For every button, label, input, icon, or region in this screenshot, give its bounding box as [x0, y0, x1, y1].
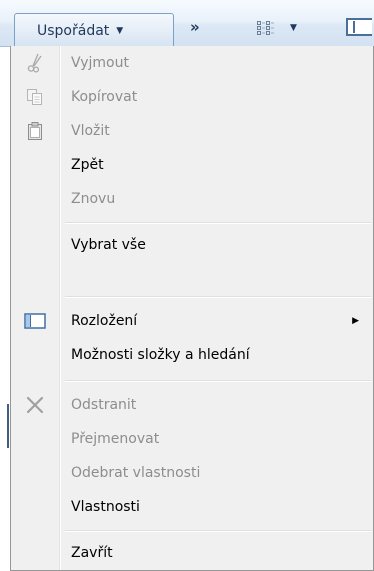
organize-label: Uspořádat: [37, 22, 110, 39]
menu-item-label: Znovu: [71, 191, 116, 207]
scissors-icon: [23, 51, 47, 75]
menu-item-label: Vybrat vše: [71, 237, 146, 253]
preview-pane-icon[interactable]: [346, 18, 372, 36]
menu-item-label: Odebrat vlastnosti: [71, 465, 201, 481]
menu-separator: [65, 380, 371, 382]
menu-item-label: Kopírovat: [71, 89, 138, 105]
menu-item-layout[interactable]: Rozložení ▶: [11, 304, 373, 338]
copy-icon: [23, 85, 47, 109]
menu-item-properties[interactable]: Vlastnosti: [11, 490, 373, 524]
menu-item-label: Možnosti složky a hledání: [71, 347, 250, 363]
menu-item-close[interactable]: Zavřít: [11, 536, 373, 570]
menu-item-folder-options[interactable]: Možnosti složky a hledání: [11, 338, 373, 372]
command-bar: Uspořádat ▼ » ▼: [0, 0, 374, 47]
menu-item-label: Zpět: [71, 157, 104, 173]
chevron-down-icon: ▼: [116, 25, 124, 36]
submenu-arrow-icon: ▶: [352, 316, 359, 326]
menu-item-label: Vlastnosti: [71, 499, 140, 515]
window-frame: [0, 47, 10, 571]
menu-item-redo[interactable]: Znovu: [11, 182, 373, 216]
more-commands-button[interactable]: »: [190, 18, 200, 36]
organize-menu: Vyjmout Kopírovat Vložit Zpět Znovu Vybr…: [10, 46, 374, 571]
menu-item-delete[interactable]: Odstranit: [11, 388, 373, 422]
menu-separator: [65, 222, 371, 224]
menu-item-select-all[interactable]: Vybrat vše: [11, 228, 373, 262]
change-view-button[interactable]: ▼: [256, 20, 297, 36]
menu-separator: [65, 296, 371, 298]
menu-item-label: Rozložení: [71, 313, 138, 329]
menu-item-label: Vyjmout: [71, 55, 129, 71]
clipboard-icon: [23, 119, 47, 143]
menu-separator: [65, 530, 371, 532]
organize-button[interactable]: Uspořádat ▼: [14, 13, 174, 47]
menu-item-remove-properties[interactable]: Odebrat vlastnosti: [11, 456, 373, 490]
menu-item-label: Odstranit: [71, 397, 137, 413]
menu-item-cut[interactable]: Vyjmout: [11, 46, 373, 80]
menu-item-label: Přejmenovat: [71, 431, 160, 447]
menu-item-label: Zavřít: [71, 545, 113, 561]
frame-mark: [7, 404, 9, 448]
menu-item-copy[interactable]: Kopírovat: [11, 80, 373, 114]
view-chevron-down-icon: ▼: [290, 23, 297, 33]
menu-item-rename[interactable]: Přejmenovat: [11, 422, 373, 456]
delete-icon: [23, 393, 47, 417]
view-options-icon: [257, 21, 274, 35]
menu-item-undo[interactable]: Zpět: [11, 148, 373, 182]
menu-item-paste[interactable]: Vložit: [11, 114, 373, 148]
layout-icon: [23, 309, 47, 333]
menu-item-label: Vložit: [71, 123, 110, 139]
